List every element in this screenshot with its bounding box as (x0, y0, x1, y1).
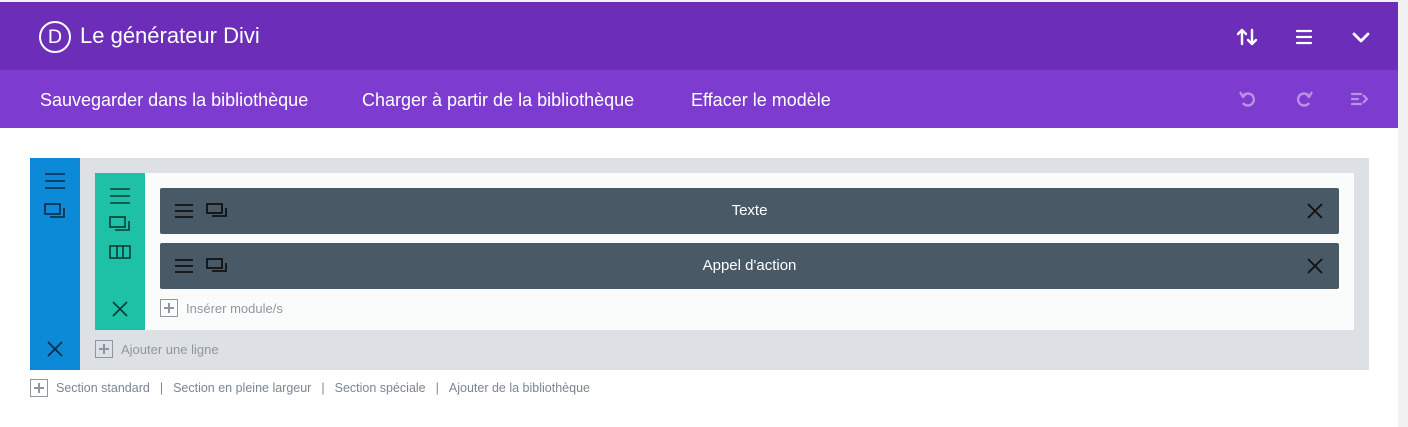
separator: | (435, 381, 439, 395)
builder-row: Texte Appel d'action Insérer module/s (95, 173, 1354, 330)
module-delete-icon[interactable] (1307, 203, 1323, 219)
separator: | (321, 381, 325, 395)
module-delete-icon[interactable] (1307, 258, 1323, 274)
plus-icon (95, 340, 113, 358)
module-call-to-action[interactable]: Appel d'action (160, 243, 1339, 289)
plus-icon (30, 379, 48, 397)
module-title: Appel d'action (702, 257, 797, 274)
history-icon[interactable] (1349, 88, 1371, 110)
chevron-down-icon[interactable] (1347, 24, 1375, 50)
section-delete-icon[interactable] (46, 340, 64, 358)
add-fullwidth-section-link[interactable]: Section en pleine largeur (173, 381, 311, 395)
save-to-library-button[interactable]: Sauvegarder dans la bibliothèque (40, 90, 308, 111)
divi-logo: D (39, 21, 71, 53)
divi-builder: D Le générateur Divi Sauvegarder dans la… (0, 2, 1398, 427)
undo-icon[interactable] (1237, 88, 1259, 110)
plus-icon (160, 299, 178, 317)
module-text[interactable]: Texte (160, 188, 1339, 234)
row-menu-icon[interactable] (109, 187, 131, 205)
row-duplicate-icon[interactable] (109, 215, 131, 233)
add-from-library-link[interactable]: Ajouter de la bibliothèque (449, 381, 590, 395)
add-specialty-section-link[interactable]: Section spéciale (335, 381, 426, 395)
section-handle[interactable] (30, 158, 80, 370)
redo-icon[interactable] (1293, 88, 1315, 110)
insert-module-button[interactable]: Insérer module/s (160, 299, 283, 317)
clear-layout-button[interactable]: Effacer le modèle (691, 90, 831, 111)
standard-section: Texte Appel d'action Insérer module/s Aj… (30, 158, 1369, 370)
add-section-links: Section standard | Section en pleine lar… (30, 379, 590, 397)
add-standard-section-link[interactable]: Section standard (56, 381, 150, 395)
builder-header: D Le générateur Divi (0, 2, 1398, 70)
separator: | (159, 381, 164, 395)
builder-toolbar: Sauvegarder dans la bibliothèque Charger… (0, 70, 1398, 128)
app-title: Le générateur Divi (80, 23, 260, 48)
add-row-button[interactable]: Ajouter une ligne (95, 340, 219, 358)
insert-module-label: Insérer module/s (186, 300, 283, 316)
section-duplicate-icon[interactable] (44, 202, 66, 220)
module-title: Texte (731, 202, 768, 219)
row-columns-icon[interactable] (109, 244, 131, 260)
row-handle[interactable] (95, 173, 145, 330)
sort-arrows-icon[interactable] (1235, 24, 1263, 50)
add-row-label: Ajouter une ligne (121, 341, 219, 357)
row-delete-icon[interactable] (111, 300, 129, 318)
section-menu-icon[interactable] (44, 172, 66, 190)
hamburger-menu-icon[interactable] (1291, 24, 1319, 50)
load-from-library-button[interactable]: Charger à partir de la bibliothèque (362, 90, 634, 111)
